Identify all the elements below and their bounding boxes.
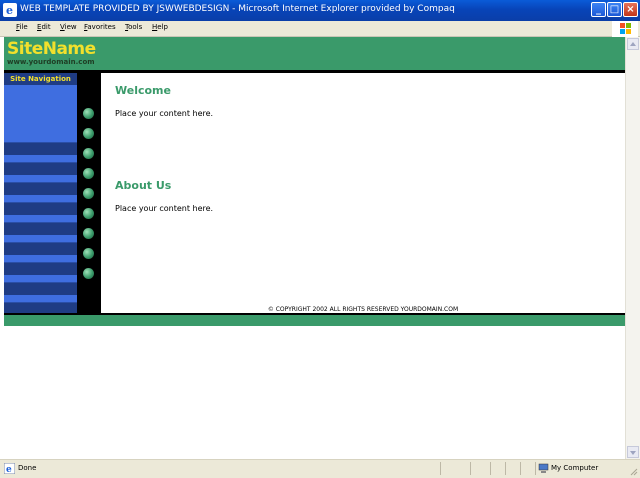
menu-favorites[interactable]: Favorites: [84, 23, 116, 31]
menu-tools[interactable]: Tools: [125, 23, 142, 31]
window-title: WEB TEMPLATE PROVIDED BY JSWWEBDESIGN - …: [20, 4, 455, 14]
maximize-button[interactable]: □: [607, 2, 622, 17]
bullet-icon[interactable]: [83, 248, 94, 259]
status-divider: [505, 462, 506, 475]
section-heading-welcome: Welcome: [115, 84, 171, 97]
minimize-button[interactable]: _: [591, 2, 606, 17]
nav-item[interactable]: [4, 262, 77, 275]
nav-item[interactable]: [4, 202, 77, 215]
footer-band: [4, 315, 625, 326]
status-text: Done: [18, 464, 37, 472]
bullet-icon[interactable]: [83, 108, 94, 119]
status-bar: e Done My Computer: [0, 459, 640, 478]
section-body: Place your content here.: [115, 204, 214, 213]
status-divider: [470, 462, 471, 475]
nav-item[interactable]: [4, 142, 77, 155]
status-divider: [440, 462, 441, 475]
nav-bullet-column: [77, 73, 101, 315]
copyright-text: © COPYRIGHT 2002 ALL RIGHTS RESERVED YOU…: [267, 306, 459, 313]
scroll-up-button[interactable]: [627, 38, 639, 50]
nav-item[interactable]: [4, 282, 77, 295]
bullet-icon[interactable]: [83, 268, 94, 279]
close-icon: ×: [626, 4, 635, 15]
site-url: www.yourdomain.com: [7, 58, 95, 66]
svg-text:e: e: [6, 4, 13, 17]
bullet-icon[interactable]: [83, 188, 94, 199]
nav-item[interactable]: [4, 182, 77, 195]
status-divider: [535, 462, 536, 475]
menu-file[interactable]: File: [16, 23, 28, 31]
computer-icon: [538, 463, 549, 473]
section-body: Place your content here.: [115, 109, 214, 118]
menu-edit[interactable]: Edit: [37, 23, 51, 31]
vertical-scrollbar[interactable]: [625, 37, 640, 459]
security-zone: My Computer: [551, 464, 599, 472]
windows-logo-icon: [612, 21, 638, 37]
nav-item[interactable]: [4, 242, 77, 255]
svg-text:e: e: [6, 465, 12, 474]
menu-bar: File Edit View Favorites Tools Help: [0, 21, 640, 37]
bullet-icon[interactable]: [83, 168, 94, 179]
bullet-icon[interactable]: [83, 128, 94, 139]
bullet-icon[interactable]: [83, 228, 94, 239]
nav-title: Site Navigation: [4, 73, 77, 85]
window-title-bar[interactable]: e WEB TEMPLATE PROVIDED BY JSWWEBDESIGN …: [0, 0, 640, 21]
nav-item[interactable]: [4, 162, 77, 175]
page-done-icon: e: [4, 463, 15, 474]
site-logo[interactable]: SiteName: [7, 39, 96, 59]
site-navigation: Site Navigation: [4, 73, 77, 315]
resize-grip-icon[interactable]: [628, 466, 638, 476]
status-divider: [490, 462, 491, 475]
scroll-down-button[interactable]: [627, 446, 639, 458]
menu-view[interactable]: View: [60, 23, 77, 31]
menu-help[interactable]: Help: [152, 23, 168, 31]
status-divider: [520, 462, 521, 475]
page-viewport[interactable]: SiteName www.yourdomain.com Site Navigat…: [0, 37, 625, 459]
section-heading-about: About Us: [115, 179, 172, 192]
bullet-icon[interactable]: [83, 208, 94, 219]
minimize-icon: _: [596, 4, 601, 15]
maximize-icon: □: [609, 4, 620, 15]
nav-item[interactable]: [4, 222, 77, 235]
close-button[interactable]: ×: [623, 2, 638, 17]
internet-explorer-icon: e: [3, 3, 17, 17]
site-header: SiteName www.yourdomain.com: [4, 37, 625, 70]
bullet-icon[interactable]: [83, 148, 94, 159]
